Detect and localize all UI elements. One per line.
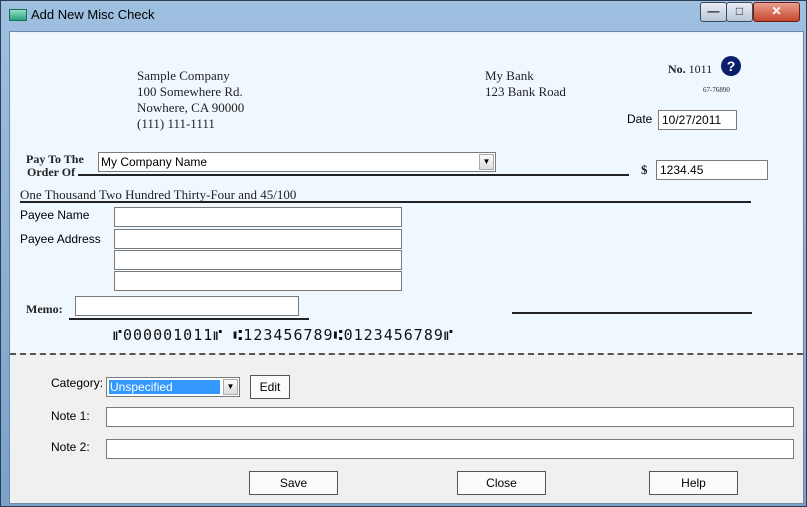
micr-line: ⑈000001011⑈ ⑆123456789⑆0123456789⑈ (113, 326, 454, 344)
check-divider (10, 353, 803, 355)
chevron-down-icon[interactable]: ▼ (479, 154, 494, 170)
maximize-button[interactable]: □ (726, 2, 753, 22)
pay-to-label-line2: Order Of (27, 165, 76, 179)
category-label: Category: (51, 376, 104, 390)
payee-name-field[interactable] (114, 207, 402, 227)
amount-words-underline (20, 201, 751, 203)
date-label: Date (627, 112, 653, 126)
check-number: No. 1011 (668, 62, 712, 77)
memo-underline (69, 318, 309, 320)
window-title: Add New Misc Check (31, 7, 155, 22)
close-window-button[interactable]: ✕ (753, 2, 800, 22)
close-button[interactable]: Close (457, 471, 546, 495)
pay-to-underline (78, 174, 629, 176)
bank-name: My Bank (485, 68, 534, 83)
note2-field[interactable] (106, 439, 794, 459)
app-icon (9, 9, 27, 21)
date-field[interactable]: 10/27/2011 (658, 110, 737, 130)
category-dropdown[interactable]: Unspecified ▼ (106, 377, 240, 397)
dollar-sign: $ (641, 162, 648, 177)
payee-address-line2[interactable] (114, 250, 402, 270)
payee-name-label: Payee Name (20, 208, 90, 222)
routing-fraction: 67-76890 (703, 86, 730, 94)
help-button[interactable]: Help (649, 471, 738, 495)
chevron-down-icon[interactable]: ▼ (223, 379, 238, 395)
company-address-line2: Nowhere, CA 90000 (137, 100, 245, 115)
company-phone: (111) 111-1111 (137, 116, 215, 131)
edit-category-button[interactable]: Edit (250, 375, 290, 399)
help-icon[interactable]: ? (721, 56, 741, 76)
payee-dropdown-value: My Company Name (101, 155, 208, 169)
check-panel: Sample Company 100 Somewhere Rd. Nowhere… (11, 33, 802, 353)
company-address-line1: 100 Somewhere Rd. (137, 84, 243, 99)
payee-address-line1[interactable] (114, 229, 402, 249)
amount-field[interactable]: 1234.45 (656, 160, 768, 180)
save-button[interactable]: Save (249, 471, 338, 495)
company-address-block: Sample Company 100 Somewhere Rd. Nowhere… (137, 68, 244, 132)
title-bar[interactable]: Add New Misc Check — □ ✕ (1, 1, 806, 29)
check-number-value: 1011 (688, 62, 713, 76)
company-name: Sample Company (137, 68, 230, 83)
memo-label: Memo: (26, 302, 63, 316)
check-number-label: No. (668, 62, 686, 76)
note1-label: Note 1: (51, 409, 90, 423)
payee-address-label: Payee Address (20, 232, 101, 246)
bank-address: 123 Bank Road (485, 84, 566, 99)
minimize-button[interactable]: — (700, 2, 727, 22)
dialog-client-area: Sample Company 100 Somewhere Rd. Nowhere… (9, 31, 804, 504)
memo-field[interactable] (75, 296, 299, 316)
payee-dropdown[interactable]: My Company Name ▼ (98, 152, 496, 172)
payee-address-line3[interactable] (114, 271, 402, 291)
signature-line (512, 312, 752, 314)
dialog-window: Add New Misc Check — □ ✕ Sample Company … (0, 0, 807, 507)
category-dropdown-value: Unspecified (109, 380, 220, 394)
pay-to-label: Pay To The Order Of (26, 153, 84, 179)
bank-address-block: My Bank 123 Bank Road (485, 68, 566, 100)
note2-label: Note 2: (51, 440, 90, 454)
note1-field[interactable] (106, 407, 794, 427)
